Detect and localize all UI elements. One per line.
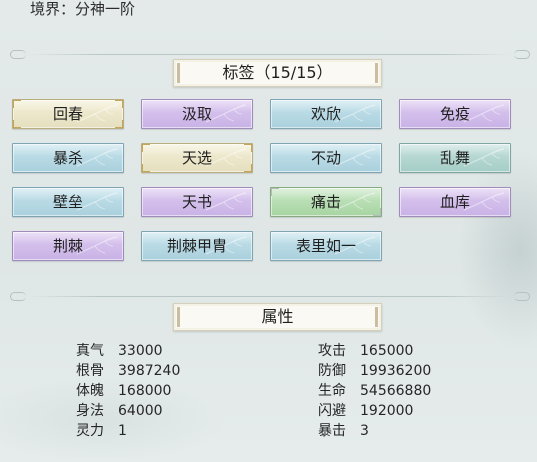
tag-chip[interactable]: 壁垒 [12, 187, 124, 217]
stat-row: 生命 54566880 [318, 381, 431, 401]
stat-row: 闪避 192000 [318, 401, 431, 421]
divider-curl-icon [514, 292, 530, 301]
stat-row: 暴击 3 [318, 421, 431, 441]
divider-curl-icon [514, 50, 530, 59]
corner-ornament-icon [271, 188, 279, 196]
tag-chip[interactable]: 回春 [12, 99, 124, 129]
tag-label: 血库 [439, 193, 470, 211]
stat-key: 防御 [318, 363, 346, 379]
gold-corner-icon [115, 100, 123, 108]
tag-label: 痛击 [310, 193, 341, 211]
stat-value: 168000 [118, 383, 172, 399]
stat-value: 64000 [118, 403, 163, 419]
divider-curl-icon [10, 50, 26, 59]
stat-key: 身法 [76, 403, 104, 419]
tag-label: 天选 [181, 149, 212, 167]
tag-chip[interactable]: 天书 [141, 187, 253, 217]
stat-value: 54566880 [360, 383, 432, 399]
tag-label: 乱舞 [439, 149, 470, 167]
stat-row: 身法 64000 [76, 401, 180, 421]
tag-chip[interactable]: 不动 [270, 143, 382, 173]
attributes-right-column: 攻击 165000 防御 19936200 生命 54566880 闪避 192000 … [318, 341, 431, 441]
tag-chip[interactable]: 荆棘甲胄 [141, 231, 253, 261]
gold-corner-icon [115, 120, 123, 128]
divider-curl-icon [10, 292, 26, 301]
stat-row: 攻击 165000 [318, 341, 431, 361]
stat-value: 1 [118, 423, 127, 439]
tag-label: 表里如一 [295, 237, 356, 255]
stat-row: 灵力 1 [76, 421, 180, 441]
stat-value: 3987240 [118, 363, 181, 379]
gold-corner-icon [244, 164, 252, 172]
stat-row: 真气 33000 [76, 341, 180, 361]
tag-label: 荆棘甲胄 [166, 237, 227, 255]
tag-chip[interactable]: 乱舞 [399, 143, 511, 173]
tags-section-title: 标签（15/15） [173, 59, 382, 87]
gold-corner-icon [13, 100, 21, 108]
stat-value: 33000 [118, 343, 163, 359]
tag-label: 壁垒 [52, 193, 83, 211]
tag-label: 欢欣 [310, 105, 341, 123]
tag-label: 汲取 [181, 105, 212, 123]
stat-value: 3 [360, 423, 369, 439]
attributes-left-column: 真气 33000 根骨 3987240 体魄 168000 身法 64000 灵力 1 [76, 341, 180, 441]
stat-key: 体魄 [76, 383, 104, 399]
tag-chip[interactable]: 天选 [141, 143, 253, 173]
stat-row: 体魄 168000 [76, 381, 180, 401]
tag-chip[interactable]: 痛击 [270, 187, 382, 217]
stat-key: 生命 [318, 383, 346, 399]
tag-chip[interactable]: 欢欣 [270, 99, 382, 129]
stat-key: 灵力 [76, 423, 104, 439]
tag-chip[interactable]: 表里如一 [270, 231, 382, 261]
tag-chip[interactable]: 血库 [399, 187, 511, 217]
stat-key: 根骨 [76, 363, 104, 379]
tag-chip[interactable]: 汲取 [141, 99, 253, 129]
tag-label: 荆棘 [52, 237, 83, 255]
divider-middle [10, 292, 530, 302]
tag-chip[interactable]: 免疫 [399, 99, 511, 129]
tag-chip[interactable]: 荆棘 [12, 231, 124, 261]
tag-chip[interactable]: 暴杀 [12, 143, 124, 173]
tag-label: 天书 [181, 193, 212, 211]
stat-key: 暴击 [318, 423, 346, 439]
stat-value: 192000 [360, 403, 414, 419]
corner-ornament-icon [373, 208, 381, 216]
stat-key: 攻击 [318, 343, 346, 359]
tag-label: 不动 [310, 149, 341, 167]
stat-key: 闪避 [318, 403, 346, 419]
stat-key: 真气 [76, 343, 104, 359]
tag-label: 免疫 [439, 105, 470, 123]
stat-row: 防御 19936200 [318, 361, 431, 381]
stat-value: 19936200 [360, 363, 432, 379]
realm-label: 境界：分神一阶 [30, 0, 136, 18]
attributes-section-title: 属性 [173, 303, 382, 331]
tag-label: 回春 [52, 105, 83, 123]
gold-corner-icon [142, 144, 150, 152]
gold-corner-icon [244, 144, 252, 152]
tag-label: 暴杀 [52, 149, 83, 167]
gold-corner-icon [142, 164, 150, 172]
gold-corner-icon [13, 120, 21, 128]
stat-row: 根骨 3987240 [76, 361, 180, 381]
stat-value: 165000 [360, 343, 414, 359]
